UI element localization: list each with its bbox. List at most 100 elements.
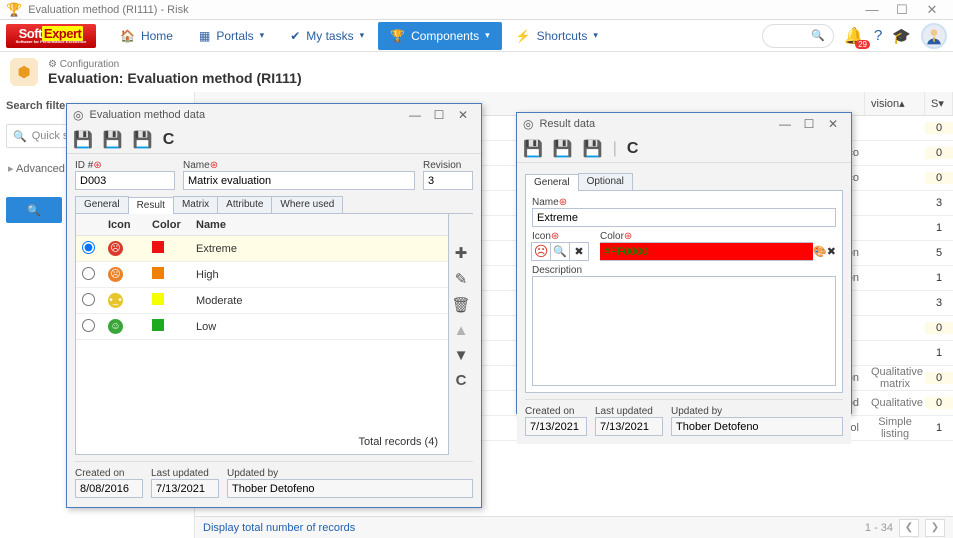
notifications-icon[interactable]: 🔔29: [844, 26, 864, 46]
nav-home-label: Home: [141, 29, 173, 43]
result-window: ◎ Result data — ☐ ✕ 💾 💾 💾 | C General Op…: [516, 112, 852, 414]
save-and-new-icon[interactable]: 💾: [583, 139, 603, 159]
tab-matrix[interactable]: Matrix: [173, 196, 218, 213]
tab-general[interactable]: General: [75, 196, 129, 213]
revision-label: Revision: [423, 160, 473, 171]
result-window-close[interactable]: ✕: [821, 117, 845, 131]
created-on-label: Created on: [75, 468, 143, 479]
name-field[interactable]: [532, 208, 836, 227]
global-search[interactable]: 🔍: [762, 24, 834, 48]
result-window-maximize[interactable]: ☐: [797, 117, 821, 131]
save-and-new-icon[interactable]: 💾: [133, 130, 153, 150]
pager-range: 1 - 34: [865, 522, 893, 534]
grid-footer: Display total number of records 1 - 34 ❮…: [195, 516, 953, 538]
logo: SoftExpert Software for Performance Exce…: [6, 24, 96, 48]
display-total-link[interactable]: Display total number of records: [203, 522, 355, 534]
name-field[interactable]: [183, 171, 415, 190]
tab-general[interactable]: General: [525, 174, 579, 191]
save-icon[interactable]: 💾: [103, 130, 123, 150]
save-icon[interactable]: 💾: [553, 139, 573, 159]
result-window-minimize[interactable]: —: [773, 117, 797, 131]
add-icon[interactable]: ✚: [455, 244, 468, 262]
name-label: Name⊛: [532, 197, 836, 208]
tab-optional[interactable]: Optional: [578, 173, 633, 190]
color-pick[interactable]: 🎨: [813, 245, 827, 258]
result-row[interactable]: ☺Low: [76, 314, 448, 340]
gear-icon: ◎: [523, 117, 533, 131]
result-row[interactable]: ☹High: [76, 262, 448, 288]
icon-clear[interactable]: ✖: [569, 242, 589, 261]
os-title: Evaluation method (RI111) - Risk: [28, 4, 857, 16]
avatar[interactable]: [921, 23, 947, 49]
col-s[interactable]: S ▾: [925, 92, 953, 115]
refresh-icon[interactable]: C: [627, 140, 639, 158]
revision-field[interactable]: [423, 171, 473, 190]
move-down-icon[interactable]: ▼: [454, 347, 469, 364]
result-row[interactable]: ☹Extreme: [76, 236, 448, 262]
tab-whereused[interactable]: Where used: [271, 196, 343, 213]
icon-search[interactable]: 🔍: [550, 242, 570, 261]
result-row[interactable]: •_•Moderate: [76, 288, 448, 314]
eval-window-close[interactable]: ✕: [451, 108, 475, 122]
edit-icon[interactable]: ✎: [455, 270, 468, 288]
tab-result[interactable]: Result: [128, 197, 174, 214]
os-close[interactable]: ✕: [917, 2, 947, 18]
icon-preview: ☹: [531, 242, 551, 261]
result-window-toolbar: 💾 💾 💾 | C: [517, 135, 851, 163]
pager: 1 - 34 ❮ ❯: [865, 519, 945, 537]
name-label: Name⊛: [183, 160, 415, 171]
save-and-exit-icon[interactable]: 💾: [73, 130, 93, 150]
nav-components[interactable]: 🏆 Components ▾: [378, 22, 502, 50]
tab-attribute[interactable]: Attribute: [217, 196, 272, 213]
nav-shortcuts[interactable]: ⚡ Shortcuts ▾: [504, 22, 610, 50]
description-field[interactable]: [532, 276, 836, 386]
eval-window-title[interactable]: ◎ Evaluation method data — ☐ ✕: [67, 104, 481, 126]
result-name: Moderate: [190, 295, 448, 307]
eval-window-maximize[interactable]: ☐: [427, 108, 451, 122]
result-window-title[interactable]: ◎ Result data — ☐ ✕: [517, 113, 851, 135]
nav-home[interactable]: 🏠 Home: [108, 22, 185, 50]
icon-label: Icon⊛: [532, 231, 592, 242]
os-minimize[interactable]: —: [857, 2, 887, 17]
result-radio[interactable]: [82, 319, 95, 332]
updated-by-field: [227, 479, 473, 498]
nav-portals[interactable]: ▦ Portals ▾: [187, 22, 276, 50]
eval-window-toolbar: 💾 💾 💾 C: [67, 126, 481, 154]
result-radio[interactable]: [82, 293, 95, 306]
face-icon: ☺: [108, 319, 123, 334]
refresh-icon[interactable]: C: [163, 131, 175, 149]
page-title: Evaluation: Evaluation method (RI111): [48, 70, 302, 86]
result-window-title-text: Result data: [539, 118, 595, 130]
color-clear[interactable]: ✖: [827, 245, 836, 258]
nav-portals-label: Portals: [216, 29, 253, 43]
os-maximize[interactable]: ☐: [887, 2, 917, 18]
graduate-icon[interactable]: 🎓: [892, 27, 911, 45]
refresh-list-icon[interactable]: C: [456, 372, 467, 389]
result-tabs: General Optional: [525, 173, 843, 191]
pager-next[interactable]: ❯: [925, 519, 945, 537]
result-radio[interactable]: [82, 241, 95, 254]
id-field[interactable]: [75, 171, 175, 190]
created-on-field: [525, 417, 587, 436]
created-on-label: Created on: [525, 406, 587, 417]
breadcrumb[interactable]: Configuration: [48, 59, 302, 70]
eval-window: ◎ Evaluation method data — ☐ ✕ 💾 💾 💾 C I…: [66, 103, 482, 508]
help-icon[interactable]: ?: [874, 27, 882, 44]
last-updated-label: Last updated: [595, 406, 663, 417]
save-and-exit-icon[interactable]: 💾: [523, 139, 543, 159]
pager-prev[interactable]: ❮: [899, 519, 919, 537]
last-updated-field: [595, 417, 663, 436]
created-on-field: [75, 479, 143, 498]
move-up-icon[interactable]: ▲: [454, 322, 469, 339]
search-button[interactable]: 🔍: [6, 197, 62, 223]
divider: |: [613, 140, 617, 158]
eval-window-minimize[interactable]: —: [403, 108, 427, 122]
notifications-badge: 29: [855, 40, 870, 49]
result-radio[interactable]: [82, 267, 95, 280]
updated-by-label: Updated by: [671, 406, 843, 417]
result-actions: ✚ ✎ 🗑 ▲ ▼ C: [449, 214, 473, 455]
delete-icon[interactable]: 🗑: [451, 296, 470, 314]
col-revision[interactable]: vision ▴: [865, 92, 925, 115]
color-swatch: [152, 293, 164, 305]
nav-mytasks[interactable]: ✔ My tasks ▾: [278, 22, 376, 50]
